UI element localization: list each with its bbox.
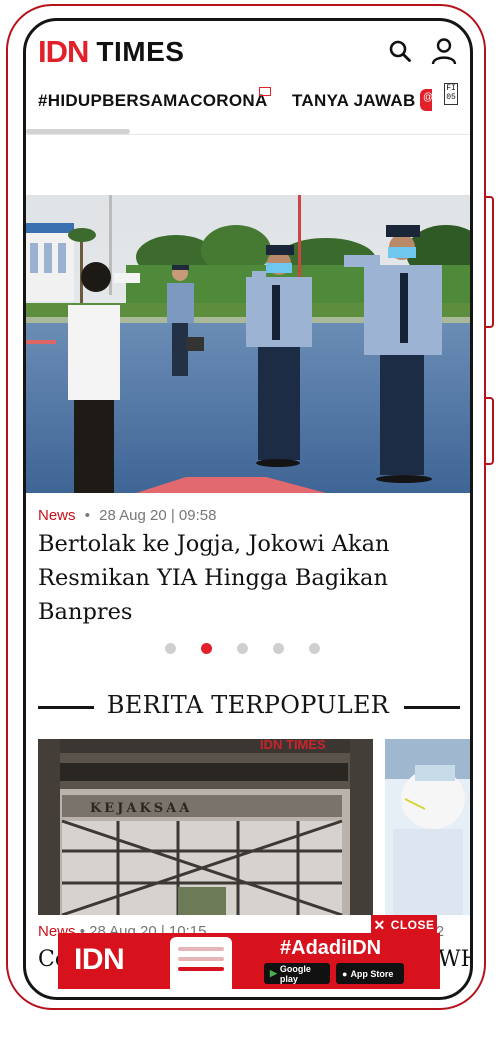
topic-tanya-jawab[interactable]: TANYA JAWAB [292, 91, 416, 111]
google-play-icon: ▶ [270, 968, 277, 978]
hero-date: 28 Aug 20 | 09:58 [99, 507, 217, 524]
app-header: IDN TIMES [26, 21, 470, 83]
ad-phone-illustration [170, 937, 232, 989]
trending-marker-icon [259, 87, 271, 96]
ad-phone-bar [178, 947, 224, 951]
ad-hashtag: #AdadiIDN [280, 937, 382, 959]
apple-icon: ● [342, 968, 348, 979]
screen: IDN TIMES #HIDUPBERSAMACORONA TANYA JAWA… [26, 21, 470, 997]
hero-image[interactable] [26, 195, 470, 493]
ad-phone-bar [178, 967, 224, 971]
logo-times-text: TIMES [96, 36, 185, 67]
google-play-label: Google play [279, 963, 311, 984]
hero-category[interactable]: News [38, 507, 76, 524]
idn-times-logo[interactable]: IDN TIMES [38, 34, 185, 69]
topic-nav: #HIDUPBERSAMACORONA TANYA JAWAB @ FI 05 [26, 83, 470, 135]
hero-meta: News • 28 Aug 20 | 09:58 [38, 507, 216, 524]
calendar-icon[interactable]: FI 05 [444, 83, 458, 105]
carousel-dots [165, 643, 345, 654]
carousel-dot[interactable] [237, 643, 248, 654]
ad-banner[interactable]: IDN #AdadiIDN ▶ Google play ● App Store [58, 933, 440, 989]
ad-logo: IDN [74, 943, 125, 976]
ad-close-button[interactable]: ✕ CLOSE [371, 915, 437, 935]
header-divider [26, 134, 470, 135]
watermark-text: IDN TIMES [260, 739, 326, 752]
card-2-title[interactable]: WH [438, 947, 470, 972]
popular-card-image[interactable]: KEJAKSAA IDN TIMES [38, 739, 373, 915]
phone-side-button [486, 196, 494, 328]
user-icon[interactable] [430, 37, 458, 65]
logo-idn-text: IDN [38, 34, 89, 69]
app-store-badge[interactable]: ● App Store [336, 963, 404, 984]
carousel-dot-active[interactable] [201, 643, 212, 654]
close-icon: ✕ [373, 916, 386, 933]
calendar-line-1: FI [446, 84, 456, 93]
popular-card-image-2[interactable] [385, 739, 470, 915]
meta-separator: • [84, 507, 90, 524]
carousel-dot[interactable] [165, 643, 176, 654]
section-rule-right [404, 706, 460, 709]
hero-headline[interactable]: Bertolak ke Jogja, Jokowi Akan Resmikan … [38, 527, 448, 629]
google-play-badge[interactable]: ▶ Google play [264, 963, 330, 984]
topic-hidupbersamacorona[interactable]: #HIDUPBERSAMACORONA [38, 91, 268, 111]
carousel-dot[interactable] [273, 643, 284, 654]
building-sign-text: KEJAKSAA [90, 801, 192, 816]
topic-badge-icon: @ [420, 89, 434, 111]
topic-badge-glyph: @ [423, 92, 434, 103]
app-store-label: App Store [350, 968, 394, 979]
section-title: BERITA TERPOPULER [106, 691, 390, 719]
carousel-dot[interactable] [309, 643, 320, 654]
phone-side-button [486, 397, 494, 465]
ad-close-label: CLOSE [390, 918, 435, 932]
ad-phone-bar [178, 957, 224, 961]
phone-screen-bezel: IDN TIMES #HIDUPBERSAMACORONA TANYA JAWA… [23, 18, 473, 1000]
section-header: BERITA TERPOPULER [38, 691, 460, 727]
search-icon[interactable] [386, 37, 414, 65]
calendar-line-2: 05 [446, 93, 456, 102]
